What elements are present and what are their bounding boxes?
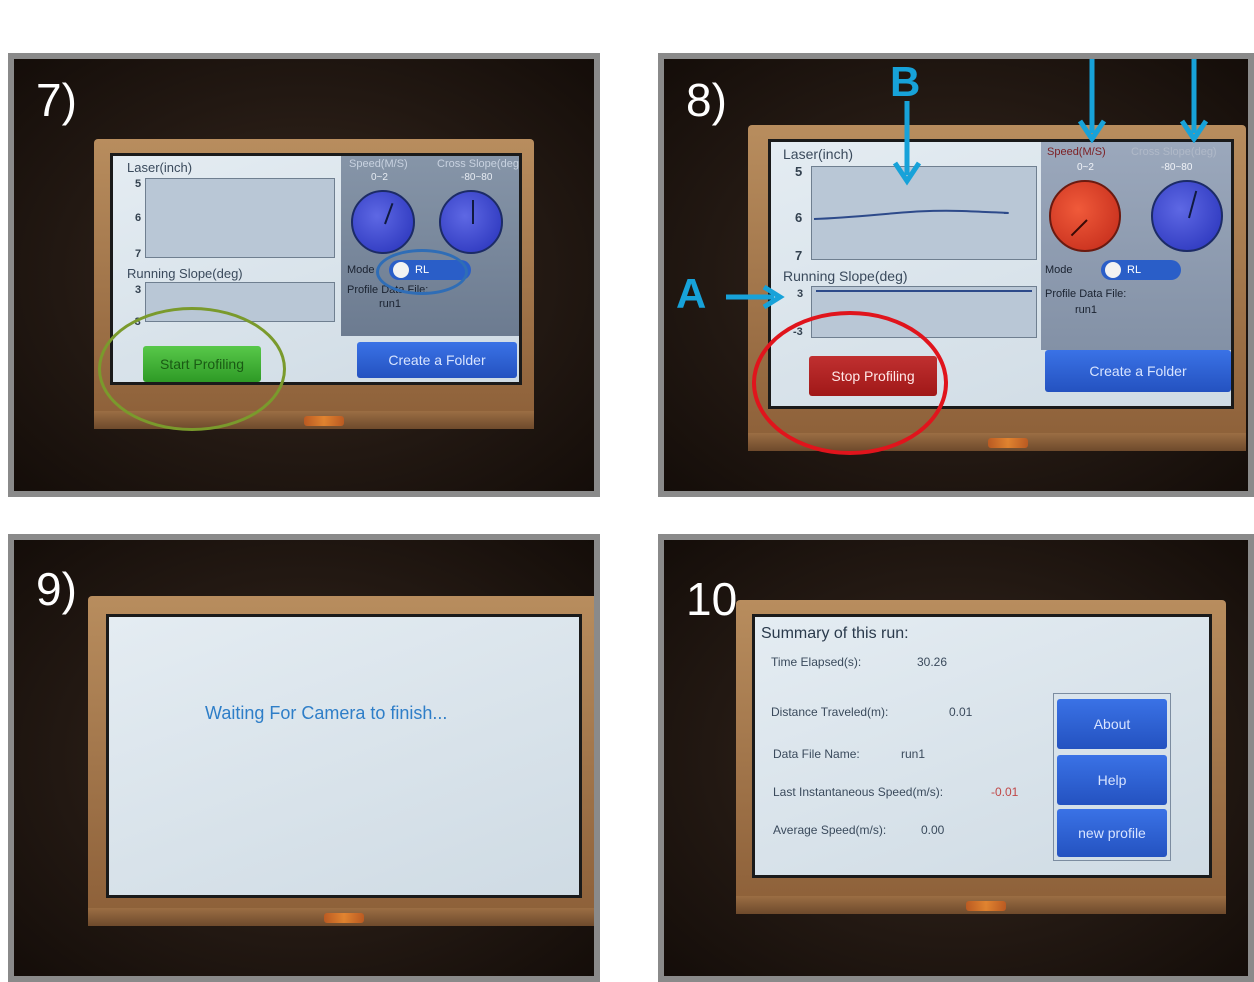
slope-tick: 3 bbox=[797, 288, 804, 300]
avg-speed-value: 0.00 bbox=[921, 823, 945, 837]
marker-a: A bbox=[676, 270, 707, 317]
time-elapsed-value: 30.26 bbox=[917, 655, 948, 669]
slope-label: Running Slope(deg) bbox=[127, 266, 243, 281]
last-speed-value: -0.01 bbox=[991, 785, 1019, 799]
bezel-led bbox=[966, 901, 1006, 911]
slope-label: Running Slope(deg) bbox=[783, 268, 908, 284]
cross-slope-header: Cross Slope(deg) bbox=[1131, 146, 1217, 158]
cross-slope-gauge bbox=[439, 190, 503, 254]
laser-trace bbox=[813, 209, 1009, 220]
laser-tick: 5 bbox=[795, 164, 803, 179]
distance-value: 0.01 bbox=[949, 705, 973, 719]
panel-9-screen: Waiting For Camera to finish... bbox=[106, 614, 582, 898]
laser-label: Laser(inch) bbox=[783, 146, 854, 162]
profile-file-value: run1 bbox=[379, 298, 402, 310]
speed-header: Speed(M/S) bbox=[349, 158, 408, 170]
bezel-led bbox=[324, 913, 364, 923]
gauges-panel: Speed(M/S) Cross Slope(deg) 0~2 -80~80 M… bbox=[1041, 142, 1231, 350]
create-folder-button[interactable]: Create a Folder bbox=[1045, 350, 1231, 392]
slope-tick: 3 bbox=[135, 284, 142, 296]
summary-title: Summary of this run: bbox=[761, 625, 909, 642]
mode-toggle[interactable]: RL bbox=[1101, 260, 1181, 280]
speed-range: 0~2 bbox=[371, 172, 388, 183]
laser-plot bbox=[811, 166, 1037, 260]
last-speed-label: Last Instantaneous Speed(m/s): bbox=[773, 785, 944, 799]
green-highlight-circle bbox=[98, 307, 286, 431]
help-button[interactable]: Help bbox=[1057, 755, 1167, 805]
mode-label: Mode bbox=[1045, 264, 1073, 276]
cross-slope-header: Cross Slope(deg) bbox=[437, 158, 522, 170]
arrow-b-icon bbox=[892, 101, 922, 186]
cross-slope-range: -80~80 bbox=[1161, 162, 1193, 173]
speed-gauge bbox=[1049, 180, 1121, 252]
panel-9-label: 9) bbox=[36, 563, 77, 615]
mode-value: RL bbox=[1127, 264, 1142, 276]
laser-tick: 6 bbox=[795, 210, 803, 225]
data-file-value: run1 bbox=[901, 747, 926, 761]
arrow-d-icon bbox=[1179, 59, 1209, 143]
laser-tick: 5 bbox=[135, 178, 142, 190]
panel-10-screen: Summary of this run: Time Elapsed(s): 30… bbox=[752, 614, 1212, 878]
laser-tick: 7 bbox=[795, 248, 803, 263]
cross-slope-range: -80~80 bbox=[461, 172, 493, 183]
speed-header: Speed(M/S) bbox=[1047, 146, 1106, 158]
profile-file-value: run1 bbox=[1075, 304, 1098, 316]
arrow-a-icon bbox=[726, 285, 785, 309]
laser-plot bbox=[145, 178, 335, 258]
marker-b: B bbox=[890, 58, 921, 105]
gauges-panel: Speed(M/S) Cross Slope(deg) 0~2 -80~80 M… bbox=[341, 156, 522, 336]
avg-speed-label: Average Speed(m/s): bbox=[773, 823, 887, 837]
panel-10: 10 Summary of this run: Time Elapsed(s):… bbox=[658, 534, 1254, 982]
bezel-led bbox=[988, 438, 1028, 448]
waiting-message: Waiting For Camera to finish... bbox=[205, 703, 448, 723]
about-button[interactable]: About bbox=[1057, 699, 1167, 749]
red-highlight-circle bbox=[752, 311, 948, 455]
panel-8-label: 8) bbox=[686, 74, 727, 126]
create-folder-button[interactable]: Create a Folder bbox=[357, 342, 517, 378]
panel-7-label: 7) bbox=[36, 74, 77, 126]
new-profile-button[interactable]: new profile bbox=[1057, 809, 1167, 857]
bezel-led bbox=[304, 416, 344, 426]
arrow-c-icon bbox=[1077, 59, 1107, 143]
marker-d: D bbox=[1178, 53, 1208, 57]
cross-slope-gauge bbox=[1151, 180, 1223, 252]
panel-9: 9) Waiting For Camera to finish... bbox=[8, 534, 600, 982]
blue-highlight-circle bbox=[376, 249, 468, 295]
mode-label: Mode bbox=[347, 264, 375, 276]
profile-file-label: Profile Data File: bbox=[1045, 288, 1127, 300]
laser-tick: 7 bbox=[135, 248, 142, 260]
laser-label: Laser(inch) bbox=[127, 160, 193, 175]
panel-8: 8) Laser(inch) 5 6 7 Running Slope(deg) … bbox=[658, 53, 1254, 497]
panel-10-label: 10 bbox=[686, 573, 738, 625]
panel-7: 7) Laser(inch) 5 6 7 Running Slope(deg) … bbox=[8, 53, 600, 497]
laser-tick: 6 bbox=[135, 212, 142, 224]
data-file-label: Data File Name: bbox=[773, 747, 860, 761]
marker-c: C bbox=[1076, 53, 1106, 57]
speed-gauge bbox=[351, 190, 415, 254]
time-elapsed-label: Time Elapsed(s): bbox=[771, 655, 862, 669]
toggle-knob bbox=[1105, 262, 1121, 278]
distance-label: Distance Traveled(m): bbox=[771, 705, 889, 719]
speed-range: 0~2 bbox=[1077, 162, 1094, 173]
